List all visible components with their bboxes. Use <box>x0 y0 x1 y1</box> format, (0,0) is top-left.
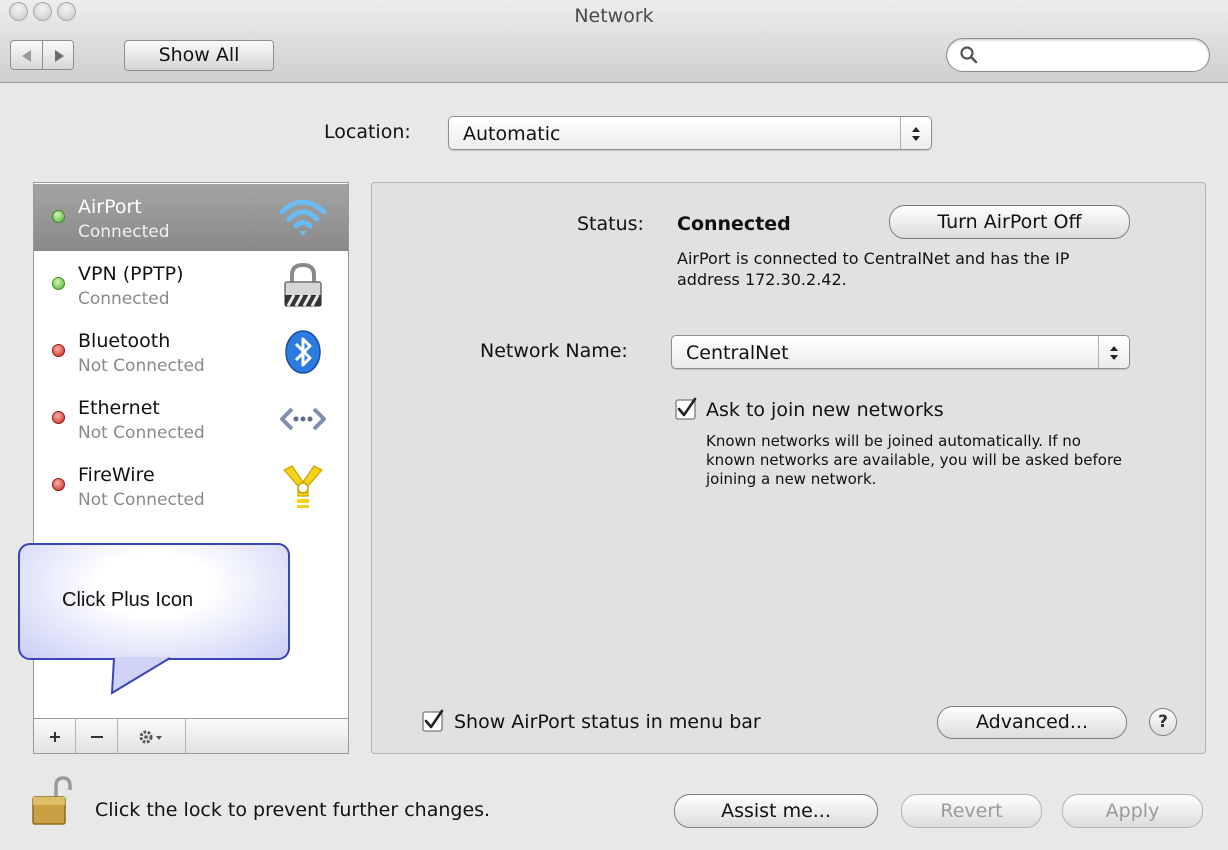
tutorial-callout: Click Plus Icon <box>18 543 290 660</box>
plus-icon <box>50 732 60 742</box>
lock-status-text: Click the lock to prevent further change… <box>95 799 491 821</box>
service-status: Not Connected <box>78 423 205 443</box>
service-item-airport[interactable]: AirPort Connected <box>34 184 348 251</box>
turn-airport-off-button[interactable]: Turn AirPort Off <box>889 205 1130 239</box>
status-indicator <box>52 344 65 357</box>
magnifier-icon <box>960 46 978 64</box>
service-item-vpn[interactable]: VPN (PPTP) Connected <box>34 251 348 318</box>
chevron-right-icon <box>55 50 64 62</box>
network-preferences-window: Network Show All Location: Automatic Air… <box>0 0 1228 850</box>
status-label: Status: <box>577 213 644 235</box>
wifi-icon <box>279 199 327 236</box>
status-description: AirPort is connected to CentralNet and h… <box>677 249 1070 289</box>
location-label: Location: <box>324 121 411 143</box>
ethernet-icon <box>280 407 326 431</box>
advanced-button[interactable]: Advanced... <box>937 706 1127 739</box>
popup-arrows-icon <box>900 117 931 149</box>
forward-button[interactable] <box>42 40 74 70</box>
service-status: Not Connected <box>78 490 205 510</box>
popup-arrows-icon <box>1098 336 1129 368</box>
status-indicator <box>52 210 65 223</box>
service-name: Bluetooth <box>78 330 171 352</box>
service-name: VPN (PPTP) <box>78 263 184 285</box>
ask-to-join-checkbox[interactable] <box>675 397 699 421</box>
service-name: AirPort <box>78 196 142 218</box>
service-status: Connected <box>78 222 170 242</box>
window-title: Network <box>574 5 654 27</box>
show-status-label: Show AirPort status in menu bar <box>454 711 761 733</box>
apply-button[interactable]: Apply <box>1062 794 1203 828</box>
padlock-open-icon[interactable] <box>30 776 82 828</box>
ask-to-join-label: Ask to join new networks <box>706 399 944 421</box>
network-name-value: CentralNet <box>686 342 789 364</box>
show-all-button[interactable]: Show All <box>124 40 274 71</box>
callout-text: Click Plus Icon <box>62 589 194 611</box>
show-status-checkbox[interactable] <box>422 709 446 733</box>
service-status: Not Connected <box>78 356 205 376</box>
gear-icon <box>139 730 162 744</box>
vpn-lock-icon <box>284 262 322 307</box>
toolbar: Network Show All <box>0 0 1228 83</box>
minus-icon <box>91 736 103 738</box>
firewire-icon <box>283 465 323 508</box>
callout-pointer <box>110 657 171 695</box>
ask-to-join-description: Known networks will be joined automatica… <box>706 432 1123 488</box>
revert-button[interactable]: Revert <box>901 794 1042 828</box>
remove-service-button[interactable] <box>76 719 118 753</box>
chevron-left-icon <box>22 50 31 62</box>
service-item-ethernet[interactable]: Ethernet Not Connected <box>34 385 348 452</box>
assist-me-button[interactable]: Assist me... <box>674 794 878 828</box>
service-list-toolbar <box>33 719 349 754</box>
status-indicator <box>52 411 65 424</box>
service-item-bluetooth[interactable]: Bluetooth Not Connected <box>34 318 348 385</box>
action-menu-button[interactable] <box>118 719 186 753</box>
help-button[interactable]: ? <box>1149 708 1177 736</box>
add-service-button[interactable] <box>34 719 76 753</box>
service-name: FireWire <box>78 464 155 486</box>
back-button[interactable] <box>10 40 43 70</box>
status-indicator <box>52 277 65 290</box>
network-name-popup[interactable]: CentralNet <box>671 335 1130 369</box>
location-value: Automatic <box>463 123 561 145</box>
status-value: Connected <box>677 213 791 235</box>
network-name-label: Network Name: <box>480 340 628 362</box>
location-popup[interactable]: Automatic <box>448 116 932 150</box>
status-indicator <box>52 478 65 491</box>
search-input[interactable] <box>946 38 1210 72</box>
service-status: Connected <box>78 289 170 309</box>
service-item-firewire[interactable]: FireWire Not Connected <box>34 452 348 519</box>
bluetooth-icon <box>285 330 321 374</box>
service-name: Ethernet <box>78 397 160 419</box>
